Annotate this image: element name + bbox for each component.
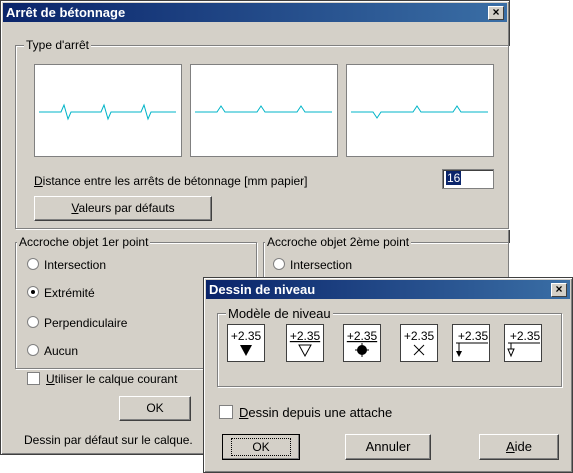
model-group-label: Modèle de niveau [226, 306, 333, 321]
svg-text:+2.35: +2.35 [290, 329, 321, 343]
distance-value: 16 [446, 171, 462, 185]
level-close-button[interactable]: × [551, 283, 567, 297]
level-model-1[interactable]: +2.35 [227, 324, 265, 362]
preview-type-2[interactable] [190, 64, 338, 157]
level-marker-icon: +2.35 [456, 329, 489, 357]
level-model-2[interactable]: +2.35 [286, 324, 324, 362]
close-icon: × [555, 282, 563, 296]
main-close-button[interactable]: × [488, 6, 504, 20]
level-help-button[interactable]: Aide [479, 434, 559, 460]
level-model-4[interactable]: +2.35 [400, 324, 438, 362]
snap1-radio-aucun[interactable]: Aucun [27, 343, 78, 359]
level-marker-icon: +2.35 [507, 329, 541, 358]
main-ok-button[interactable]: OK [119, 396, 191, 421]
preview-type-1[interactable] [34, 64, 182, 157]
level-marker-icon: +2.35 [231, 329, 262, 356]
checkbox-box [219, 405, 233, 419]
joint-preview-1-icon [39, 103, 176, 121]
close-icon: × [492, 5, 500, 19]
defaults-button[interactable]: Valeurs par défauts [34, 196, 212, 221]
svg-text:+2.35: +2.35 [347, 329, 378, 343]
use-layer-checkbox[interactable]: Utiliser le calque courant [27, 371, 177, 387]
status-text: Dessin par défaut sur le calque. [24, 433, 193, 447]
joint-preview-2-icon [195, 105, 332, 113]
radio-circle [27, 316, 39, 328]
radio-circle [273, 258, 285, 270]
level-marker-icon: +2.35 [404, 329, 435, 356]
radio-circle [27, 344, 39, 356]
level-ok-button[interactable]: OK [222, 434, 300, 460]
distance-label: Distance entre les arrêts de bétonnage [… [34, 174, 308, 188]
level-model-5[interactable]: +2.35 [452, 324, 490, 362]
svg-text:+2.35: +2.35 [404, 329, 435, 343]
snap2-group-label: Accroche objet 2ème point [265, 235, 412, 249]
level-title-bar[interactable]: Dessin de niveau × [206, 280, 570, 299]
snap1-radio-intersection[interactable]: Intersection [27, 257, 106, 273]
distance-input[interactable]: 16 [442, 169, 494, 189]
snap2-radio-intersection[interactable]: Intersection [273, 257, 352, 273]
snap1-group-label: Accroche objet 1er point [17, 235, 151, 249]
main-title-bar[interactable]: Arrêt de bétonnage × [3, 3, 507, 22]
svg-text:+2.35: +2.35 [458, 329, 489, 343]
level-marker-icon: +2.35 [347, 329, 378, 357]
level-marker-icon: +2.35 [290, 329, 321, 358]
svg-text:+2.35: +2.35 [231, 329, 262, 343]
level-dialog: Dessin de niveau × Modèle de niveau +2.3… [203, 277, 573, 473]
level-model-3[interactable]: +2.35 [343, 324, 381, 362]
snap1-radio-extremite[interactable]: Extrémité [27, 285, 95, 301]
level-cancel-button[interactable]: Annuler [345, 434, 431, 460]
level-model-6[interactable]: +2.35 [504, 324, 542, 362]
level-title: Dessin de niveau [209, 282, 316, 297]
preview-type-3[interactable] [346, 64, 494, 157]
snap1-radio-perpendiculaire[interactable]: Perpendiculaire [27, 315, 127, 331]
checkbox-box [27, 372, 40, 385]
radio-circle [27, 258, 39, 270]
type-group-label: Type d'arrêt [24, 38, 91, 52]
main-title: Arrêt de bétonnage [6, 5, 126, 20]
attach-checkbox[interactable]: Dessin depuis une attache [219, 405, 392, 421]
radio-circle [27, 286, 39, 298]
joint-preview-3-icon [351, 105, 488, 119]
svg-text:+2.35: +2.35 [510, 329, 541, 343]
